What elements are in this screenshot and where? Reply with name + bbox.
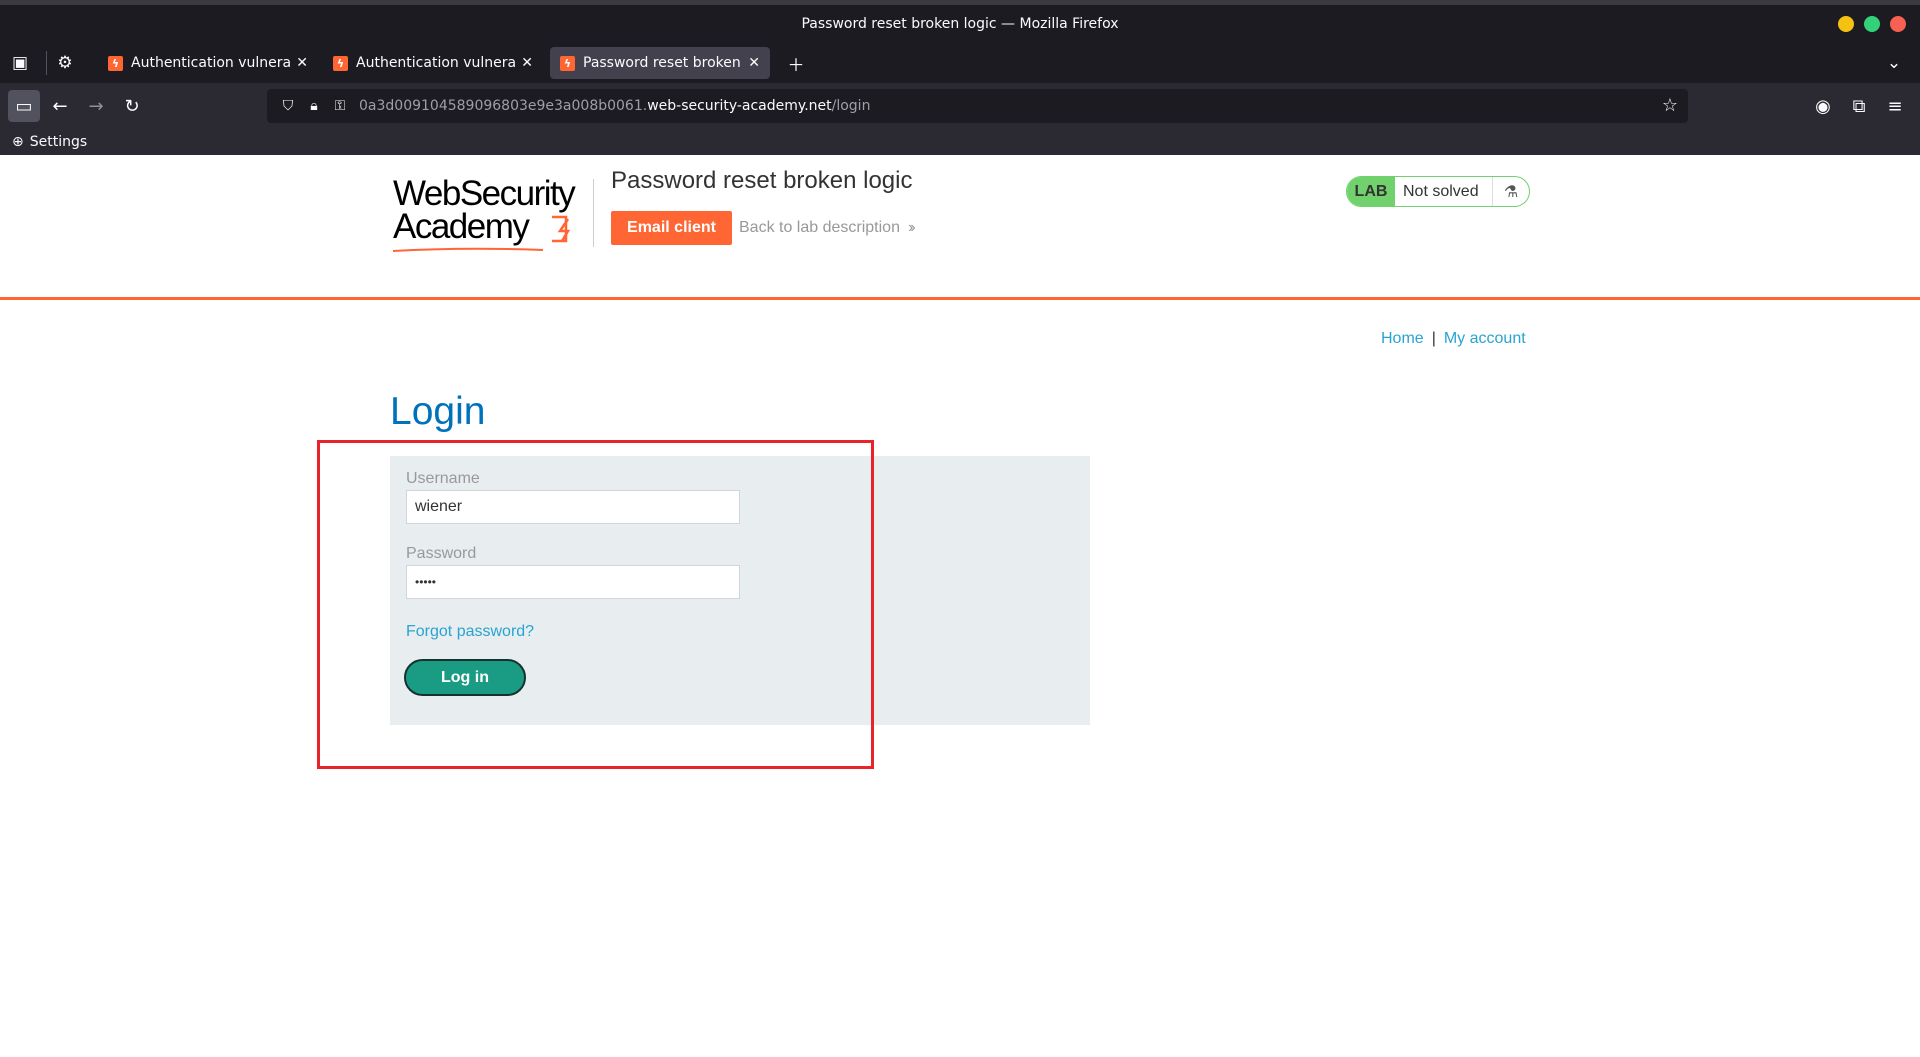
lab-title: Password reset broken logic: [611, 167, 913, 194]
login-heading: Login: [390, 390, 486, 433]
lab-badge: LAB: [1347, 177, 1395, 206]
address-bar[interactable]: ⛉ 🔒︎ ⚿ 0a3d009104589096803e9e3a008b0061.…: [267, 89, 1688, 123]
portswigger-favicon-icon: ϟ: [108, 55, 123, 71]
window-titlebar: Password reset broken logic — Mozilla Fi…: [0, 0, 1920, 43]
sidebar-toggle-icon[interactable]: ▭: [8, 90, 40, 122]
logo-bolt-icon: [552, 215, 571, 243]
tab-label: Authentication vulnerabil: [131, 55, 291, 71]
reload-icon[interactable]: ↻: [116, 90, 148, 122]
globe-icon: ⊕: [12, 134, 24, 150]
url-subdomain: 0a3d009104589096803e9e3a008b0061.: [359, 98, 648, 114]
tab-label: Password reset broken lo: [583, 55, 743, 71]
tab-auth-vuln-2[interactable]: ϟ Authentication vulnerabil ✕: [323, 47, 543, 79]
settings-gear-icon[interactable]: ⚙: [45, 43, 85, 83]
key-icon[interactable]: ⚿: [327, 98, 353, 114]
flask-icon: ⚗: [1492, 177, 1529, 206]
logo-underline-icon: [393, 247, 543, 252]
url-text[interactable]: 0a3d009104589096803e9e3a008b0061.web-sec…: [359, 98, 870, 114]
header-divider: [593, 179, 594, 247]
top-nav-links: Home | My account: [1381, 330, 1526, 348]
lock-icon[interactable]: 🔒︎: [301, 98, 327, 114]
bookmark-settings[interactable]: ⊕ Settings: [12, 134, 87, 150]
close-tab-icon[interactable]: ✕: [296, 55, 308, 71]
close-window-button[interactable]: [1890, 16, 1906, 32]
close-tab-icon[interactable]: ✕: [748, 55, 760, 71]
tab-bar: ▣ ⚙ ϟ Authentication vulnerabil ✕ ϟ Auth…: [0, 43, 1920, 83]
new-tab-plus-icon[interactable]: ＋: [776, 43, 816, 83]
maximize-button[interactable]: [1864, 16, 1880, 32]
lab-status-text: Not solved: [1403, 182, 1479, 200]
portswigger-favicon-icon: ϟ: [333, 55, 348, 71]
firefox-view-icon[interactable]: ▣: [0, 43, 40, 83]
account-icon[interactable]: ◉: [1807, 90, 1839, 122]
lab-status-widget: LAB Not solved ⚗: [1346, 176, 1530, 207]
email-client-button[interactable]: Email client: [611, 211, 732, 245]
back-link-label: Back to lab description: [739, 219, 900, 236]
extensions-icon[interactable]: ⧉: [1843, 90, 1875, 122]
forward-arrow-icon[interactable]: →: [80, 90, 112, 122]
tab-label: Authentication vulnerabil: [356, 55, 516, 71]
bookmarks-toolbar: ⊕ Settings: [0, 129, 1920, 155]
nav-separator: |: [1431, 330, 1436, 347]
navigation-toolbar: ▭ ← → ↻ ⛉ 🔒︎ ⚿ 0a3d009104589096803e9e3a0…: [0, 83, 1920, 129]
academy-header: WebSecurity Academy Password reset broke…: [0, 155, 1920, 300]
minimize-button[interactable]: [1838, 16, 1854, 32]
tab-password-reset[interactable]: ϟ Password reset broken lo ✕: [550, 47, 770, 79]
logo-line-1: WebSecurity: [393, 174, 576, 213]
window-controls: [1838, 16, 1906, 32]
url-path: /login: [831, 98, 871, 114]
web-security-academy-logo[interactable]: WebSecurity Academy: [393, 174, 593, 253]
back-arrow-icon[interactable]: ←: [44, 90, 76, 122]
my-account-link[interactable]: My account: [1444, 330, 1526, 347]
tab-auth-vuln-1[interactable]: ϟ Authentication vulnerabil ✕: [98, 47, 318, 79]
page-content: WebSecurity Academy Password reset broke…: [0, 155, 1920, 1057]
portswigger-favicon-icon: ϟ: [560, 55, 575, 71]
double-chevron-right-icon: ››: [907, 219, 915, 236]
app-menu-icon[interactable]: ≡: [1879, 90, 1911, 122]
window-title: Password reset broken logic — Mozilla Fi…: [801, 16, 1119, 32]
home-link[interactable]: Home: [1381, 330, 1424, 347]
back-to-lab-description-link[interactable]: Back to lab description ››: [739, 219, 915, 237]
bookmark-label: Settings: [29, 134, 88, 150]
close-tab-icon[interactable]: ✕: [521, 55, 533, 71]
url-domain: web-security-academy.net: [647, 98, 832, 114]
bookmark-star-icon[interactable]: ☆: [1662, 95, 1678, 116]
red-highlight-box: [317, 440, 874, 769]
list-all-tabs-chevron-icon[interactable]: ⌄: [1874, 43, 1914, 83]
tracking-shield-icon[interactable]: ⛉: [275, 98, 301, 114]
